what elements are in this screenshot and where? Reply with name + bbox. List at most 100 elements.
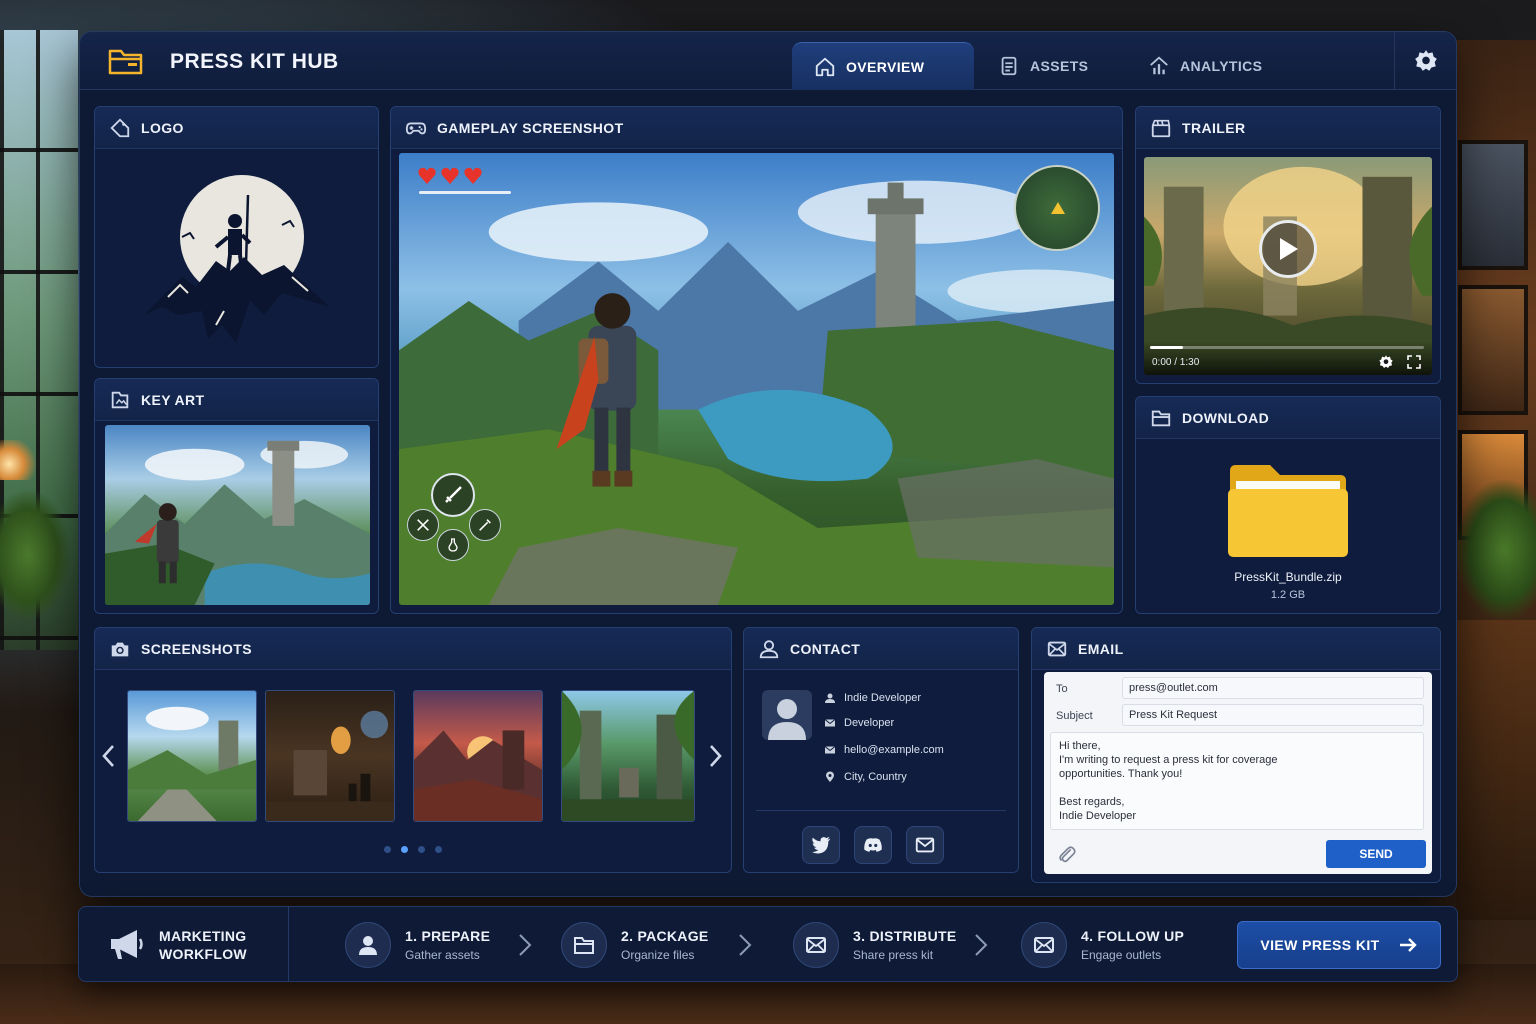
chevron-right-icon — [739, 934, 752, 956]
gear-icon[interactable] — [1378, 354, 1394, 370]
mail-icon — [915, 837, 935, 853]
gameplay-body — [391, 149, 1122, 613]
pagination-dot[interactable] — [418, 846, 425, 853]
contact-name: Indie Developer — [824, 692, 921, 704]
tab-analytics[interactable]: ANALYTICS — [1126, 42, 1284, 90]
step-title: 1. PREPARE — [405, 928, 491, 944]
message-body[interactable]: Hi there, I'm writing to request a press… — [1050, 732, 1424, 830]
step-icon — [345, 922, 391, 968]
video-progress-bar[interactable] — [1150, 346, 1424, 349]
chevron-right-icon[interactable] — [705, 742, 725, 770]
download-panel: DOWNLOAD PressKit_Bundle.zip 1.2 GB — [1135, 396, 1441, 614]
background-plant — [1456, 480, 1536, 620]
settings-button[interactable] — [1394, 32, 1456, 90]
folder-icon — [1151, 410, 1171, 426]
clapperboard-icon — [1151, 119, 1171, 137]
play-icon — [1280, 237, 1298, 260]
logo-preview[interactable] — [95, 149, 378, 367]
workflow-step-prepare[interactable]: 1. PREPARE Gather assets — [345, 921, 490, 969]
arrow-right-icon — [1399, 938, 1417, 952]
step-icon — [561, 922, 607, 968]
avatar — [762, 690, 812, 740]
ability-button[interactable] — [469, 509, 501, 541]
ability-button[interactable] — [431, 473, 475, 517]
trailer-panel: TRAILER 0:00 / 1:30 — [1135, 106, 1441, 384]
workflow-step-distribute[interactable]: 3. DISTRIBUTE Share press kit — [793, 921, 956, 969]
health-hearts — [418, 167, 482, 184]
mail-icon — [1034, 937, 1054, 953]
zip-folder-icon[interactable] — [1226, 461, 1350, 559]
workflow-step-follow-up[interactable]: 4. FOLLOW UP Engage outlets — [1021, 921, 1184, 969]
carousel-pagination — [95, 846, 731, 853]
tab-overview[interactable]: OVERVIEW — [792, 42, 974, 90]
trailer-body: 0:00 / 1:30 — [1136, 149, 1440, 383]
mail-icon — [824, 746, 836, 754]
step-subtitle: Engage outlets — [1081, 948, 1162, 962]
step-subtitle: Organize files — [621, 948, 695, 962]
gameplay-screenshot[interactable] — [399, 153, 1114, 605]
step-subtitle: Share press kit — [853, 948, 934, 962]
panel-header: DOWNLOAD — [1136, 397, 1440, 439]
twitter-icon — [811, 836, 831, 854]
folder-icon — [108, 49, 143, 75]
download-file-name[interactable]: PressKit_Bundle.zip — [1136, 570, 1440, 584]
gear-icon — [1414, 50, 1437, 71]
paperclip-icon[interactable] — [1056, 844, 1078, 866]
step-subtitle: Gather assets — [405, 948, 480, 962]
screenshots-panel: SCREENSHOTS — [94, 627, 732, 873]
send-button[interactable]: SEND — [1326, 840, 1426, 868]
heart-icon — [441, 167, 459, 184]
divider — [756, 810, 1006, 811]
contact-email[interactable]: hello@example.com — [824, 744, 944, 756]
contact-location: City, Country — [824, 771, 907, 783]
key-art-image[interactable] — [105, 425, 370, 605]
folder-icon — [574, 937, 594, 954]
panel-header: SCREENSHOTS — [95, 628, 731, 670]
screenshot-thumbnail[interactable] — [413, 690, 543, 822]
screenshot-thumbnail[interactable] — [265, 690, 395, 822]
panel-title: KEY ART — [141, 391, 205, 408]
location-icon — [826, 771, 834, 782]
view-press-kit-button[interactable]: VIEW PRESS KIT — [1237, 921, 1441, 969]
play-button[interactable] — [1259, 219, 1317, 278]
screenshot-thumbnail[interactable] — [561, 690, 695, 822]
panel-header: EMAIL — [1032, 628, 1440, 670]
tab-label: OVERVIEW — [846, 58, 925, 75]
camera-icon — [111, 642, 129, 656]
ability-button[interactable] — [437, 529, 469, 561]
pagination-dot[interactable] — [401, 846, 408, 853]
ability-button[interactable] — [407, 509, 439, 541]
pagination-dot[interactable] — [435, 846, 442, 853]
fullscreen-icon[interactable] — [1406, 354, 1422, 370]
minimap[interactable] — [1014, 165, 1100, 251]
panel-title: GAMEPLAY SCREENSHOT — [437, 119, 624, 136]
potion-icon — [448, 538, 458, 552]
tab-assets[interactable]: ASSETS — [976, 42, 1110, 90]
tag-icon — [110, 117, 130, 137]
email-button[interactable] — [906, 826, 944, 864]
home-icon — [815, 57, 835, 76]
workflow-step-package[interactable]: 2. PACKAGE Organize files — [561, 921, 709, 969]
panel-title: EMAIL — [1078, 640, 1124, 657]
download-file-size: 1.2 GB — [1270, 589, 1306, 601]
screenshot-thumbnail[interactable] — [127, 690, 257, 822]
trailer-video[interactable]: 0:00 / 1:30 — [1144, 157, 1432, 375]
person-icon — [759, 639, 779, 658]
analytics-icon — [1150, 56, 1168, 75]
key-art-panel: KEY ART — [94, 378, 379, 614]
panel-header: LOGO — [95, 107, 378, 149]
panel-title: TRAILER — [1182, 119, 1246, 136]
discord-icon — [864, 838, 882, 852]
twitter-button[interactable] — [802, 826, 840, 864]
background-lamp — [0, 440, 38, 480]
panel-title: DOWNLOAD — [1182, 409, 1270, 426]
image-icon — [111, 391, 129, 408]
megaphone-icon — [111, 930, 143, 959]
to-field[interactable] — [1122, 677, 1424, 699]
discord-button[interactable] — [854, 826, 892, 864]
chevron-left-icon[interactable] — [99, 742, 119, 770]
pagination-dot[interactable] — [384, 846, 391, 853]
subject-field[interactable] — [1122, 704, 1424, 726]
download-body: PressKit_Bundle.zip 1.2 GB — [1136, 439, 1440, 613]
step-icon — [793, 922, 839, 968]
